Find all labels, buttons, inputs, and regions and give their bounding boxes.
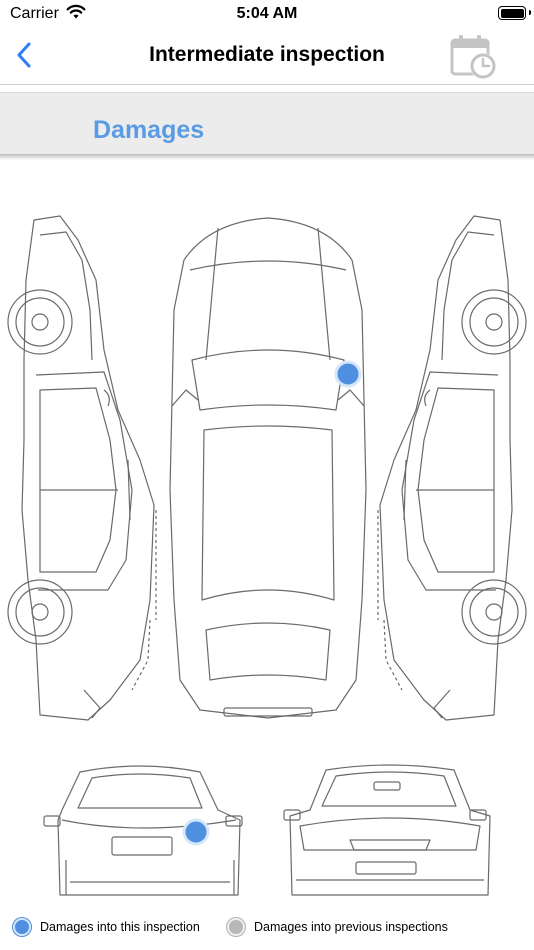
battery-icon bbox=[498, 6, 526, 20]
damage-legend: Damages into this inspection Damages int… bbox=[0, 916, 534, 938]
legend-current-inspection: Damages into this inspection bbox=[13, 916, 200, 938]
car-top-view bbox=[169, 217, 367, 719]
calendar-clock-icon[interactable] bbox=[447, 30, 499, 82]
legend-previous-inspections: Damages into previous inspections bbox=[227, 916, 448, 938]
blue-dot-icon bbox=[13, 918, 31, 936]
vehicle-damage-diagram[interactable] bbox=[0, 160, 534, 950]
gray-dot-icon bbox=[227, 918, 245, 936]
car-side-view-right bbox=[377, 215, 527, 721]
clock: 5:04 AM bbox=[236, 5, 298, 22]
damage-marker-icon[interactable] bbox=[182, 818, 210, 846]
car-rear-view bbox=[43, 765, 243, 896]
legend-current-label: Damages into this inspection bbox=[40, 920, 200, 934]
navigation-bar: Intermediate inspection bbox=[0, 28, 534, 85]
damage-marker-icon[interactable] bbox=[334, 360, 362, 388]
legend-previous-label: Damages into previous inspections bbox=[254, 920, 448, 934]
car-side-view-left bbox=[7, 215, 157, 721]
car-front-view bbox=[283, 764, 491, 896]
section-title: Damages bbox=[93, 116, 205, 144]
status-bar: Carrier 5:04 AM bbox=[0, 0, 534, 28]
damages-section-header: Damages bbox=[0, 92, 534, 155]
